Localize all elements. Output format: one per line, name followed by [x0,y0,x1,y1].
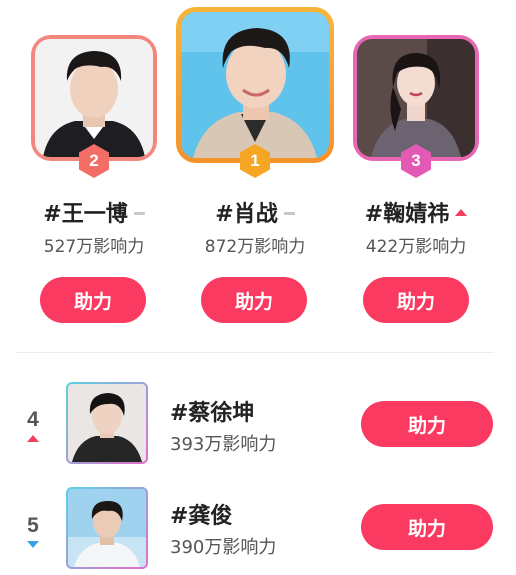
avatar[interactable] [66,382,148,464]
avatar[interactable] [353,35,479,161]
boost-button[interactable]: 助力 [40,277,146,323]
rank-number: 5 [27,514,39,537]
star-name: #蔡徐坤 [170,401,255,426]
boost-button[interactable]: 助力 [363,277,469,323]
boost-button[interactable]: 助力 [361,401,493,447]
star-name: #鞠婧祎 [331,196,501,228]
portrait-image [68,384,146,462]
trend-up-icon [27,435,39,442]
star-name-text: #鞠婧祎 [364,202,450,227]
star-name: #龚俊 [170,504,233,529]
boost-button[interactable]: 助力 [201,277,307,323]
influence-value: 422万影响力 [365,237,467,257]
portrait-image [35,39,153,157]
star-name-text: #肖战 [215,202,278,227]
influence-value: 390万影响力 [170,537,277,558]
influence-value: 393万影响力 [170,434,277,455]
influence-value: 527万影响力 [43,237,145,257]
avatar[interactable] [176,7,334,163]
star-name: #肖战 [170,196,340,228]
trend-flat-icon [283,211,295,215]
portrait-image [68,489,146,567]
trend-down-icon [27,541,39,548]
influence-value: 872万影响力 [204,237,306,257]
boost-button[interactable]: 助力 [361,504,493,550]
trend-up-icon [455,209,468,216]
divider [16,352,494,353]
ranking-page: 2 #王一博 527万影响力 助力 1 #肖战 872万影响力 助力 3 #鞠婧… [0,0,516,575]
rank-number: 4 [27,408,39,431]
portrait-image [357,39,475,157]
star-name: #王一博 [9,196,179,228]
star-name-text: #王一博 [43,202,128,227]
portrait-image [181,12,329,158]
avatar[interactable] [66,487,148,569]
avatar[interactable] [31,35,157,161]
trend-flat-icon [133,211,145,215]
